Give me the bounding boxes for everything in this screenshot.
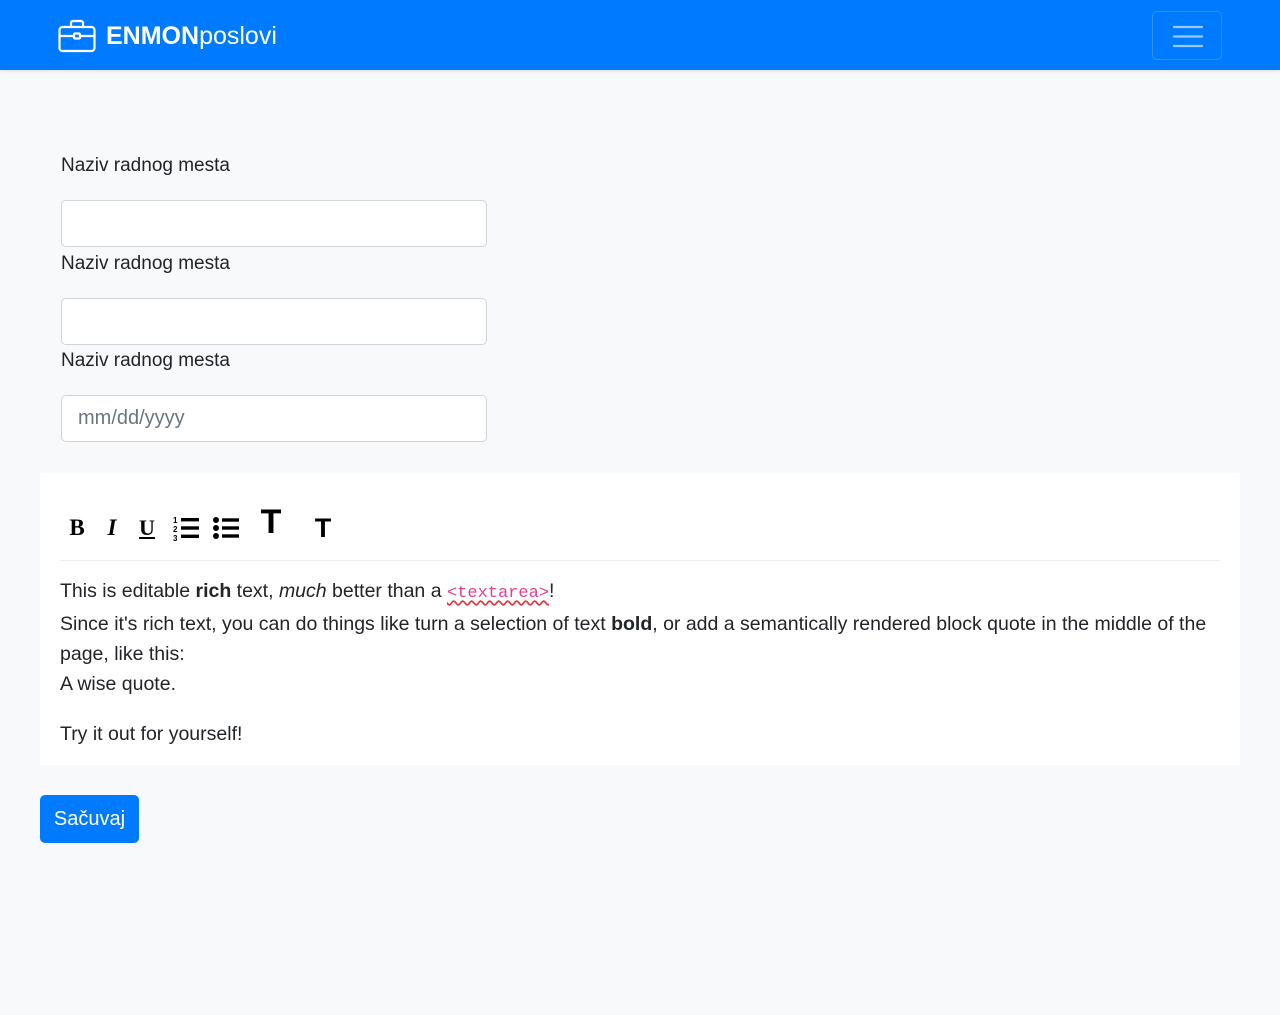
editor-paragraph-2: Since it's rich text, you can do things … <box>60 609 1220 669</box>
bulleted-list-button[interactable] <box>212 503 240 553</box>
save-button[interactable]: Sačuvaj <box>40 795 139 843</box>
job-title-input-1[interactable] <box>61 200 487 247</box>
bold-button[interactable]: B <box>66 503 88 553</box>
editor-paragraph-1: This is editable rich text, much better … <box>60 576 1220 609</box>
editor-paragraph-4: Try it out for yourself! <box>60 723 243 745</box>
svg-text:2: 2 <box>173 525 178 534</box>
brand-name-bold: ENMON <box>106 22 200 50</box>
bold-text: bold <box>611 613 653 635</box>
underline-button[interactable]: U <box>136 503 158 553</box>
rich-text-editor: B I U 1 2 3 T T This is editable rich te… <box>40 473 1240 765</box>
brand-link[interactable]: ENMONposlovi <box>58 18 277 54</box>
bold-text: rich <box>195 580 232 602</box>
text-segment: This is editable <box>60 580 196 602</box>
italic-text: much <box>278 580 327 602</box>
editor-toolbar: B I U 1 2 3 T T <box>60 503 1220 561</box>
brand-name-light: poslovi <box>199 22 277 50</box>
job-title-input-2[interactable] <box>61 298 487 345</box>
heading-two-button[interactable]: T <box>310 503 336 553</box>
block-quote: A wise quote. <box>60 673 176 695</box>
top-navbar: ENMONposlovi <box>0 0 1280 70</box>
job-title-label-2: Naziv radnog mesta <box>61 253 230 274</box>
date-input[interactable] <box>61 395 487 442</box>
hamburger-menu-icon <box>1172 25 1204 48</box>
text-segment: better than a <box>326 580 447 602</box>
job-title-label-3: Naziv radnog mesta <box>61 350 230 371</box>
ordered-list-icon: 1 2 3 <box>173 516 199 541</box>
text-segment: Since it's rich text, you can do things … <box>60 613 612 635</box>
text-segment: text, <box>231 580 279 602</box>
briefcase-icon <box>58 19 96 53</box>
text-segment: ! <box>549 580 555 602</box>
svg-text:3: 3 <box>173 534 178 541</box>
inline-code: <textarea> <box>446 584 549 603</box>
bulleted-list-icon <box>213 517 239 539</box>
editor-content-area[interactable]: This is editable rich text, much better … <box>60 576 1220 749</box>
heading-one-button[interactable]: T <box>256 497 286 547</box>
italic-button[interactable]: I <box>102 503 122 553</box>
job-title-label-1: Naziv radnog mesta <box>61 155 230 176</box>
ordered-list-button[interactable]: 1 2 3 <box>172 503 200 553</box>
brand-name: ENMONposlovi <box>106 18 277 54</box>
svg-text:1: 1 <box>173 516 178 525</box>
menu-toggle-button[interactable] <box>1152 11 1222 60</box>
